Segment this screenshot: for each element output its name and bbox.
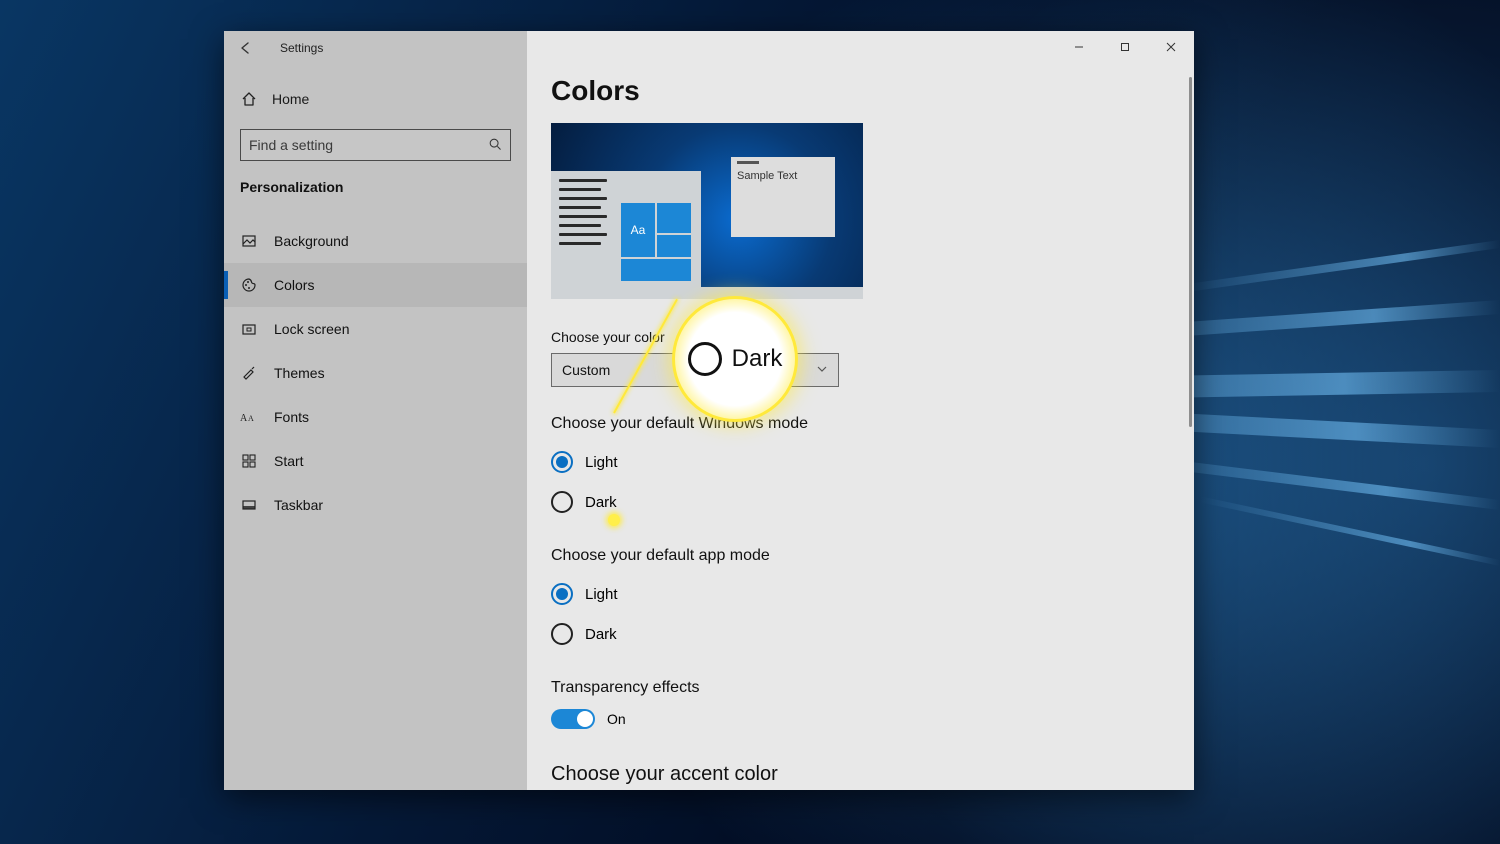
content-pane: Colors Aa Sample Text Cho: [527, 31, 1194, 790]
sidebar-item-themes[interactable]: Themes: [224, 351, 527, 395]
preview-note: Sample Text: [731, 157, 835, 237]
start-icon: [240, 453, 258, 469]
themes-icon: [240, 365, 258, 381]
minimize-button[interactable]: [1056, 31, 1102, 63]
sidebar-item-label: Start: [274, 453, 304, 469]
palette-icon: [240, 277, 258, 293]
radio-label: Dark: [585, 626, 617, 643]
search-icon: [488, 137, 502, 154]
sidebar-item-label: Background: [274, 233, 349, 249]
app-mode-dark[interactable]: Dark: [551, 617, 1194, 651]
radio-label: Light: [585, 454, 618, 471]
home-icon: [240, 91, 258, 107]
image-icon: [240, 233, 258, 249]
sidebar-item-taskbar[interactable]: Taskbar: [224, 483, 527, 527]
radio-icon: [551, 623, 573, 645]
radio-icon: [551, 491, 573, 513]
sidebar-item-label: Themes: [274, 365, 325, 381]
fonts-icon: AA: [240, 410, 258, 424]
transparency-toggle-row: On: [551, 709, 1194, 729]
lock-icon: [240, 321, 258, 337]
sidebar-item-label: Lock screen: [274, 321, 349, 337]
maximize-button[interactable]: [1102, 31, 1148, 63]
preview-tile-aa: Aa: [621, 203, 655, 257]
sidebar: Settings Home Find a setting Personaliza…: [224, 31, 527, 790]
taskbar-icon: [240, 497, 258, 513]
section-header: Personalization: [224, 169, 527, 201]
sidebar-item-start[interactable]: Start: [224, 439, 527, 483]
preview-sample-text: Sample Text: [737, 170, 797, 182]
sidebar-item-label: Fonts: [274, 409, 309, 425]
radio-label: Dark: [585, 494, 617, 511]
radio-icon: [551, 583, 573, 605]
sidebar-item-lock-screen[interactable]: Lock screen: [224, 307, 527, 351]
transparency-heading: Transparency effects: [551, 679, 1194, 697]
chevron-down-icon: [816, 363, 828, 378]
window-controls: [1056, 31, 1194, 63]
sidebar-item-colors[interactable]: Colors: [224, 263, 527, 307]
windows-mode-light[interactable]: Light: [551, 445, 1194, 479]
app-mode-heading: Choose your default app mode: [551, 547, 1194, 565]
windows-mode-dark[interactable]: Dark: [551, 485, 1194, 519]
window-title: Settings: [280, 41, 323, 55]
callout-magnifier: Dark: [672, 296, 798, 422]
accent-color-heading: Choose your accent color: [551, 763, 1194, 786]
toggle-state-label: On: [607, 711, 626, 727]
home-nav[interactable]: Home: [224, 77, 527, 121]
callout-label: Dark: [732, 345, 783, 373]
sidebar-item-label: Taskbar: [274, 497, 323, 513]
transparency-toggle[interactable]: [551, 709, 595, 729]
back-button[interactable]: [236, 38, 256, 58]
choose-color-label: Choose your color: [551, 329, 1194, 345]
dropdown-value: Custom: [562, 362, 610, 378]
titlebar-left: Settings: [224, 31, 527, 65]
search-input[interactable]: Find a setting: [240, 129, 511, 161]
windows-mode-heading: Choose your default Windows mode: [551, 415, 1194, 433]
svg-text:A: A: [248, 414, 254, 423]
home-label: Home: [272, 91, 309, 107]
app-mode-light[interactable]: Light: [551, 577, 1194, 611]
search-placeholder: Find a setting: [249, 137, 333, 153]
sidebar-item-fonts[interactable]: AA Fonts: [224, 395, 527, 439]
sidebar-item-label: Colors: [274, 277, 314, 293]
sidebar-item-background[interactable]: Background: [224, 219, 527, 263]
choose-color-section: Choose your color Custom: [551, 329, 1194, 387]
scrollbar[interactable]: [1189, 77, 1192, 427]
radio-label: Light: [585, 586, 618, 603]
close-button[interactable]: [1148, 31, 1194, 63]
sidebar-nav-list: Background Colors Lock screen Themes: [224, 219, 527, 527]
radio-icon: [551, 451, 573, 473]
svg-text:A: A: [240, 413, 248, 424]
callout-anchor-dot: [608, 514, 620, 526]
color-preview: Aa Sample Text: [551, 123, 863, 299]
callout-radio-icon: [688, 342, 722, 376]
